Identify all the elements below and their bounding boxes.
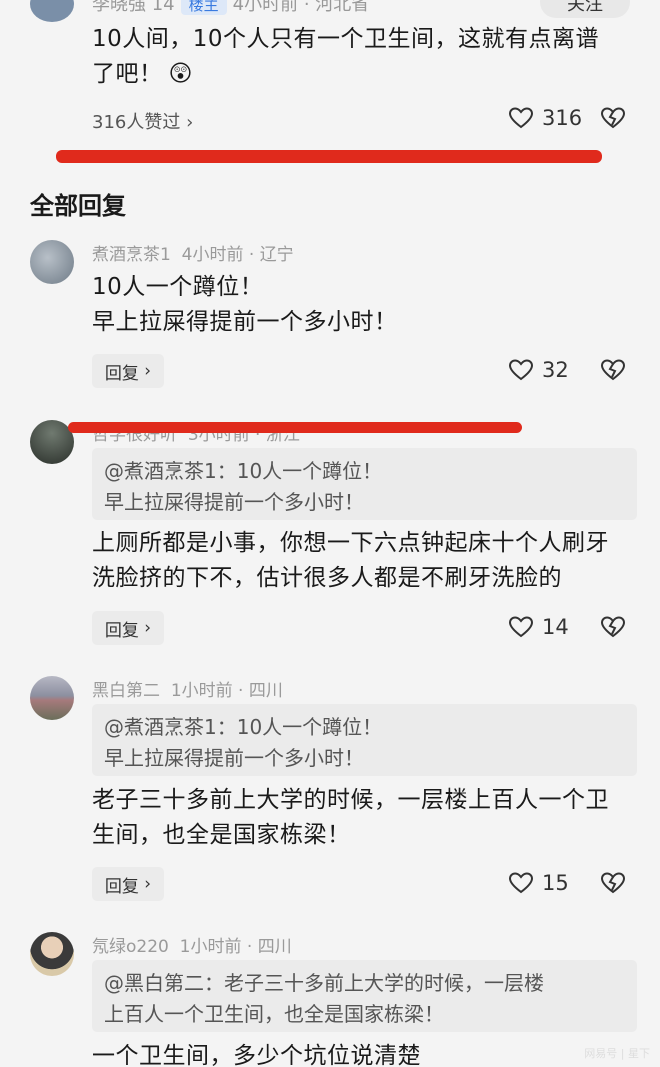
author-name[interactable]: 氖绿o220 — [92, 937, 169, 957]
reply-line: 上厕所都是小事，你想一下六点钟起床十个人刷牙 — [92, 530, 609, 556]
reply-text: 上厕所都是小事，你想一下六点钟起床十个人刷牙 洗脸挤的下不，估计很多人都是不刷牙… — [92, 526, 637, 596]
reply-line: 10人一个蹲位！ — [92, 274, 264, 300]
comment-line: 了吧！ 😲 — [92, 61, 193, 87]
chevron-right-icon: › — [144, 874, 152, 894]
reply-meta: 氖绿o220 1小时前 · 四川 — [92, 937, 292, 957]
chevron-right-icon: › — [144, 618, 152, 638]
heart-icon — [508, 106, 534, 130]
reply-line: 洗脸挤的下不，估计很多人都是不刷牙洗脸的 — [92, 565, 562, 591]
author-name[interactable]: 煮酒烹茶1 — [92, 245, 171, 265]
quoted-reply[interactable]: @黑白第二：老子三十多前上大学的时候，一层楼 上百人一个卫生间，也全是国家栋梁！ — [92, 960, 637, 1032]
like-count: 316 — [542, 106, 583, 130]
heart-icon — [508, 871, 534, 895]
reply-meta: 煮酒烹茶1 4小时前 · 辽宁 — [92, 245, 294, 265]
like-count: 32 — [542, 358, 569, 382]
red-highlight-line — [68, 422, 522, 433]
comment-line: 10人间，10个人只有一个卫生间，这就有点离谱 — [92, 26, 600, 52]
reply-button[interactable]: 回复 › — [92, 354, 164, 388]
location: 辽宁 — [259, 245, 294, 265]
reply-button[interactable]: 回复 › — [92, 867, 164, 901]
shocked-emoji-icon: 😲 — [168, 61, 193, 87]
reply-text: 一个卫生间，多少个坑位说清楚 — [92, 1039, 637, 1067]
dislike-broken-heart-icon[interactable] — [600, 871, 626, 895]
location: 四川 — [257, 937, 292, 957]
section-title: 全部回复 — [30, 192, 126, 220]
reply-text: 10人一个蹲位！ 早上拉屎得提前一个多小时！ — [92, 270, 632, 340]
reply-meta: 黑白第二 1小时前 · 四川 — [92, 681, 283, 701]
dislike-broken-heart-icon[interactable] — [600, 358, 626, 382]
quote-line: @黑白第二：老子三十多前上大学的时候，一层楼 — [104, 971, 544, 995]
quote-line: 早上拉屎得提前一个多小时！ — [104, 490, 364, 514]
like-count: 14 — [542, 615, 569, 639]
quote-line: @煮酒烹茶1：10人一个蹲位！ — [104, 715, 383, 739]
op-badge: 楼主 — [180, 0, 227, 15]
avatar[interactable] — [30, 0, 74, 22]
heart-icon — [508, 358, 534, 382]
red-highlight-line — [56, 150, 602, 163]
quote-line: 早上拉屎得提前一个多小时！ — [104, 746, 364, 770]
time-location: 4小时前 · 河北省 — [232, 0, 370, 15]
like-button[interactable]: 15 — [508, 871, 569, 895]
reply-line: 生间，也全是国家栋梁！ — [92, 822, 351, 848]
author-name[interactable]: 李晓强 14 — [92, 0, 175, 15]
reply-button[interactable]: 回复 › — [92, 611, 164, 645]
timestamp: 1小时前 — [170, 681, 233, 701]
quote-line: 上百人一个卫生间，也全是国家栋梁！ — [104, 1002, 444, 1026]
avatar[interactable] — [30, 240, 74, 284]
timestamp: 1小时前 — [179, 937, 242, 957]
follow-button[interactable]: 关注 — [540, 0, 630, 18]
likers-link[interactable]: 316人赞过 › — [92, 108, 193, 134]
like-count: 15 — [542, 871, 569, 895]
watermark: 网易号 | 星下 — [584, 1047, 650, 1060]
quoted-reply[interactable]: @煮酒烹茶1：10人一个蹲位！ 早上拉屎得提前一个多小时！ — [92, 448, 637, 520]
quoted-reply[interactable]: @煮酒烹茶1：10人一个蹲位！ 早上拉屎得提前一个多小时！ — [92, 704, 637, 776]
like-button[interactable]: 32 — [508, 358, 569, 382]
avatar[interactable] — [30, 932, 74, 976]
author-name[interactable]: 黑白第二 — [92, 681, 160, 701]
quote-line: @煮酒烹茶1：10人一个蹲位！ — [104, 459, 383, 483]
dislike-broken-heart-icon[interactable] — [600, 106, 626, 130]
chevron-right-icon: › — [186, 112, 194, 133]
reply-line: 早上拉屎得提前一个多小时！ — [92, 309, 398, 335]
heart-icon — [508, 615, 534, 639]
location: 四川 — [248, 681, 283, 701]
reply-text: 老子三十多前上大学的时候，一层楼上百人一个卫 生间，也全是国家栋梁！ — [92, 783, 637, 853]
dislike-broken-heart-icon[interactable] — [600, 615, 626, 639]
comment-text: 10人间，10个人只有一个卫生间，这就有点离谱 了吧！ 😲 — [92, 22, 632, 92]
comment-meta: 李晓强 14 楼主 4小时前 · 河北省 — [92, 0, 369, 16]
avatar[interactable] — [30, 676, 74, 720]
chevron-right-icon: › — [144, 361, 152, 381]
like-button[interactable]: 14 — [508, 615, 569, 639]
reply-line: 一个卫生间，多少个坑位说清楚 — [92, 1043, 421, 1067]
like-button[interactable]: 316 — [508, 106, 582, 130]
timestamp: 4小时前 — [181, 245, 244, 265]
reply-line: 老子三十多前上大学的时候，一层楼上百人一个卫 — [92, 787, 609, 813]
